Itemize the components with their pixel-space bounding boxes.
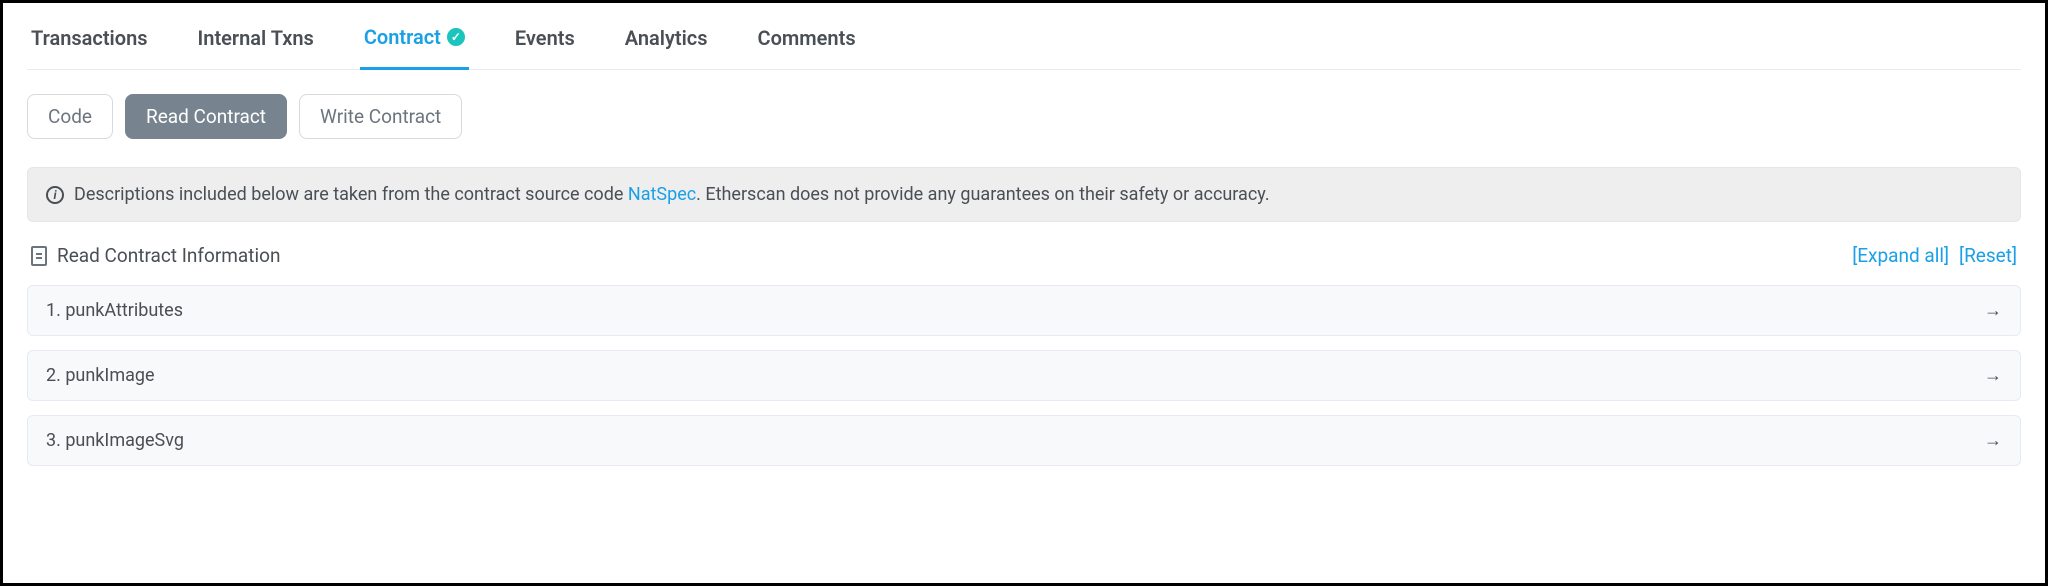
tab-contract[interactable]: Contract ✓ bbox=[360, 25, 469, 70]
subtab-write-contract[interactable]: Write Contract bbox=[299, 94, 462, 139]
reset-link[interactable]: [Reset] bbox=[1959, 244, 2017, 267]
natspec-disclaimer: i Descriptions included below are taken … bbox=[27, 167, 2021, 222]
function-row-punkAttributes[interactable]: 1. punkAttributes → bbox=[27, 285, 2021, 336]
tab-transactions[interactable]: Transactions bbox=[27, 25, 152, 69]
function-row-punkImageSvg[interactable]: 3. punkImageSvg → bbox=[27, 415, 2021, 466]
read-section-title: Read Contract Information bbox=[57, 244, 280, 267]
main-tabs: Transactions Internal Txns Contract ✓ Ev… bbox=[27, 3, 2021, 70]
subtab-code[interactable]: Code bbox=[27, 94, 113, 139]
disclaimer-suffix: . Etherscan does not provide any guarant… bbox=[696, 184, 1269, 205]
subtab-read-contract[interactable]: Read Contract bbox=[125, 94, 287, 139]
info-icon: i bbox=[46, 186, 64, 204]
arrow-right-icon: → bbox=[1984, 365, 2002, 386]
tab-internal-txns[interactable]: Internal Txns bbox=[194, 25, 318, 69]
tab-analytics[interactable]: Analytics bbox=[621, 25, 712, 69]
tab-contract-label: Contract bbox=[364, 25, 441, 49]
document-icon bbox=[31, 246, 47, 266]
contract-subtabs: Code Read Contract Write Contract bbox=[27, 70, 2021, 167]
read-section-header: Read Contract Information [Expand all] [… bbox=[27, 222, 2021, 285]
disclaimer-prefix: Descriptions included below are taken fr… bbox=[74, 184, 628, 205]
function-label: 2. punkImage bbox=[46, 365, 155, 386]
tab-events[interactable]: Events bbox=[511, 25, 579, 69]
tab-comments[interactable]: Comments bbox=[754, 25, 860, 69]
function-row-punkImage[interactable]: 2. punkImage → bbox=[27, 350, 2021, 401]
verified-check-icon: ✓ bbox=[447, 28, 465, 46]
function-label: 3. punkImageSvg bbox=[46, 430, 184, 451]
expand-all-link[interactable]: [Expand all] bbox=[1852, 244, 1949, 267]
disclaimer-text: Descriptions included below are taken fr… bbox=[74, 184, 1270, 205]
natspec-link[interactable]: NatSpec bbox=[628, 184, 696, 205]
arrow-right-icon: → bbox=[1984, 300, 2002, 321]
arrow-right-icon: → bbox=[1984, 430, 2002, 451]
function-label: 1. punkAttributes bbox=[46, 300, 183, 321]
